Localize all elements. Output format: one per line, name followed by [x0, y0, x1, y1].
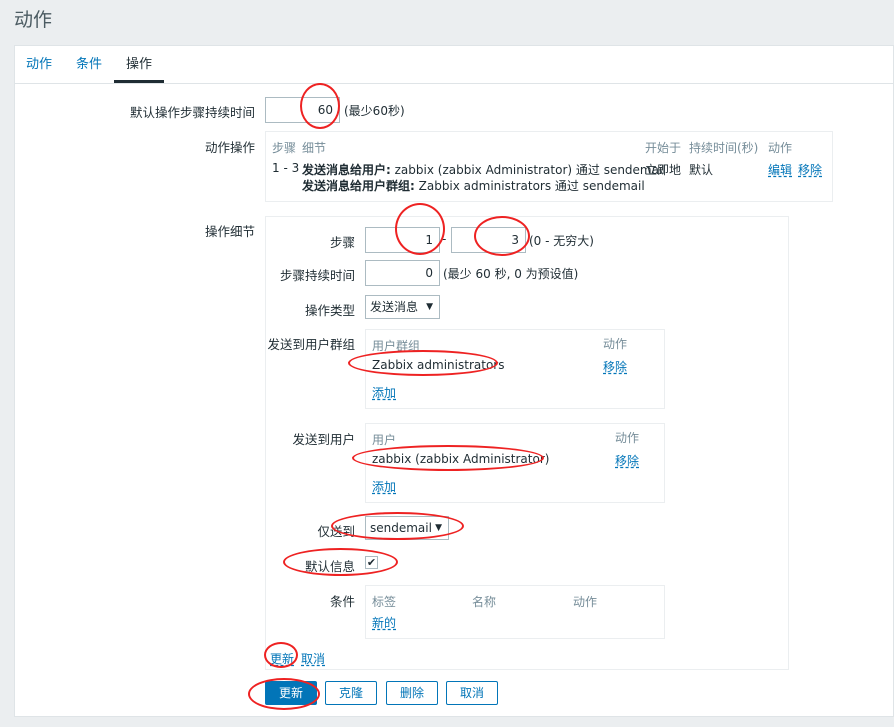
user-add-link[interactable]: 添加 — [372, 478, 396, 495]
row-duration: 默认 — [689, 163, 714, 177]
cond-col-name: 名称 — [472, 595, 497, 609]
tab-action[interactable]: 动作 — [26, 46, 52, 83]
op-type-select[interactable]: 发送消息 ▼ — [365, 295, 440, 319]
steps-label: 步骤 — [329, 235, 355, 250]
send-users-label: 发送到用户 — [292, 432, 355, 447]
action-ops-label: 动作操作 — [204, 140, 255, 155]
users-header: 用户 — [372, 433, 397, 447]
cond-col-tag: 标签 — [372, 595, 397, 609]
chevron-down-icon: ▼ — [426, 302, 433, 312]
step-to-input[interactable]: 3 — [451, 227, 526, 253]
users-table: 用户 动作 zabbix (zabbix Administrator) 移除 添… — [365, 423, 665, 503]
col-steps: 步骤 — [272, 141, 297, 155]
step-duration-label: 步骤持续时间 — [279, 268, 355, 283]
group-add-link[interactable]: 添加 — [372, 384, 396, 401]
col-details: 细节 — [302, 141, 327, 155]
group-remove-link[interactable]: 移除 — [603, 358, 627, 375]
send-only-select[interactable]: sendemail ▼ — [365, 516, 449, 540]
groups-table: 用户群组 动作 Zabbix administrators 移除 添加 — [365, 329, 665, 409]
row-steps: 1 - 3 — [272, 161, 300, 175]
step-separator: - — [442, 232, 447, 246]
default-msg-checkbox[interactable]: ✔ — [365, 556, 378, 569]
cancel-button[interactable]: 取消 — [446, 681, 498, 705]
op-details-label: 操作细节 — [204, 224, 255, 239]
send-groups-label: 发送到用户群组 — [267, 337, 355, 352]
default-msg-label: 默认信息 — [304, 559, 355, 574]
default-duration-hint: (最少60秒) — [344, 104, 405, 118]
users-action-header: 动作 — [615, 431, 640, 445]
action-ops-table: 步骤 细节 开始于 持续时间(秒) 动作 1 - 3 发送消息给用户: zabb… — [265, 131, 833, 202]
conditions-label: 条件 — [329, 594, 355, 609]
step-from-input[interactable]: 1 — [365, 227, 440, 253]
op-type-label: 操作类型 — [304, 303, 355, 318]
groups-action-header: 动作 — [603, 337, 628, 351]
default-duration-label: 默认操作步骤持续时间 — [129, 105, 255, 120]
send-only-label: 仅送到 — [317, 524, 355, 539]
user-item: zabbix (zabbix Administrator) — [372, 452, 550, 466]
cond-col-action: 动作 — [573, 595, 598, 609]
default-duration-input[interactable]: 60 — [265, 97, 340, 123]
step-duration-hint: (最少 60 秒, 0 为预设值) — [443, 267, 579, 281]
conditions-table: 标签 名称 动作 新的 — [365, 585, 665, 639]
remove-link[interactable]: 移除 — [798, 161, 822, 178]
cond-new-link[interactable]: 新的 — [372, 614, 396, 631]
page-title: 动作 — [14, 9, 53, 31]
user-remove-link[interactable]: 移除 — [615, 452, 639, 469]
clone-button[interactable]: 克隆 — [325, 681, 377, 705]
tab-conditions[interactable]: 条件 — [76, 46, 102, 83]
op-cancel-link[interactable]: 取消 — [301, 650, 325, 667]
delete-button[interactable]: 删除 — [386, 681, 438, 705]
col-action: 动作 — [768, 141, 793, 155]
send-only-value: sendemail — [370, 521, 432, 535]
group-item: Zabbix administrators — [372, 358, 505, 372]
update-button[interactable]: 更新 — [265, 681, 317, 705]
groups-header: 用户群组 — [372, 339, 421, 353]
op-update-link[interactable]: 更新 — [270, 650, 294, 667]
tab-operations[interactable]: 操作 — [114, 46, 165, 83]
step-hint: (0 - 无穷大) — [529, 234, 594, 248]
chevron-down-icon: ▼ — [435, 523, 442, 533]
col-start-in: 开始于 — [645, 141, 682, 155]
edit-link[interactable]: 编辑 — [768, 161, 792, 178]
row-detail-line1: 发送消息给用户: zabbix (zabbix Administrator) 通… — [302, 163, 666, 177]
op-type-value: 发送消息 — [370, 300, 419, 314]
row-detail-line2: 发送消息给用户群组: Zabbix administrators 通过 send… — [302, 179, 645, 193]
tab-bar: 动作 条件 操作 — [15, 46, 894, 84]
row-start-in: 立即地 — [645, 163, 682, 177]
step-duration-input[interactable]: 0 — [365, 260, 440, 286]
col-duration: 持续时间(秒) — [689, 141, 759, 155]
